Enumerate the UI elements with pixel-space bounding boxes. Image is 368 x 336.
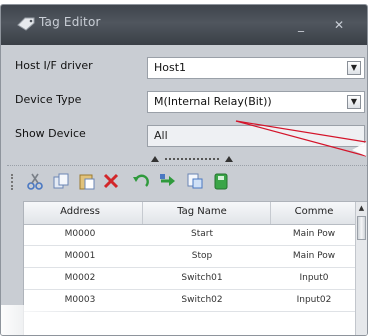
column-divider[interactable]: [142, 202, 143, 224]
comment-cell: Main Pow: [292, 251, 336, 261]
column-divider[interactable]: [270, 202, 271, 224]
tag-name-cell: Start: [191, 229, 213, 239]
tag-name-cell: Stop: [191, 251, 213, 261]
column-header-address[interactable]: Address: [32, 206, 128, 217]
chevron-down-icon[interactable]: ▼: [347, 61, 361, 75]
cut-icon[interactable]: [25, 171, 45, 191]
tag-name-cell: Switch02: [181, 295, 223, 305]
toolbar-grip[interactable]: [11, 174, 17, 190]
host-row: Host I/F driver Host1 ▼: [11, 57, 365, 79]
device-type-select[interactable]: M(Internal Relay(Bit)) ▼: [147, 91, 365, 113]
delete-icon[interactable]: [101, 171, 121, 191]
close-button[interactable]: ✕: [331, 17, 347, 33]
window-title: Tag Editor: [39, 15, 101, 29]
show-device-label: Show Device: [15, 127, 86, 140]
minimize-button[interactable]: _: [293, 17, 309, 33]
comment-cell: Main Pow: [292, 229, 336, 239]
comment-cell: Input0: [299, 273, 329, 283]
column-header-tag-name[interactable]: Tag Name: [146, 206, 258, 217]
address-cell: M0003: [64, 295, 96, 305]
chevron-down-icon[interactable]: ▼: [347, 95, 361, 109]
add-icon[interactable]: [185, 171, 205, 191]
device-type-value: M(Internal Relay(Bit)): [154, 95, 272, 108]
tag-icon: [17, 17, 35, 31]
host-select[interactable]: Host1 ▼: [147, 57, 365, 79]
copy-icon[interactable]: [51, 171, 71, 191]
table-row[interactable]: M0003 Switch02 Input02: [24, 290, 367, 312]
table-scrollbar[interactable]: ▲: [355, 202, 367, 335]
tag-table: Address Tag Name Comme M0000 Start Main …: [23, 201, 367, 335]
show-device-value: All: [154, 129, 168, 142]
table-header: Address Tag Name Comme: [24, 202, 367, 225]
host-value: Host1: [154, 61, 187, 74]
redo-icon[interactable]: [157, 171, 177, 191]
tag-editor-window: Tag Editor _ ✕ Host I/F driver Host1 ▼ D…: [0, 4, 368, 336]
scroll-up-icon[interactable]: ▲: [357, 204, 366, 213]
tag-filter-form: Host I/F driver Host1 ▼ Device Type M(In…: [11, 53, 365, 159]
show-device-row: Show Device All: [11, 125, 365, 147]
scroll-thumb[interactable]: [357, 216, 366, 240]
save-icon[interactable]: [211, 171, 231, 191]
address-cell: M0000: [64, 229, 96, 239]
column-header-comment[interactable]: Comme: [274, 206, 354, 217]
address-cell: M0002: [64, 273, 96, 283]
table-row[interactable]: M0000 Start Main Pow: [24, 224, 367, 246]
tag-name-cell: Switch01: [181, 273, 223, 283]
device-type-label: Device Type: [15, 93, 82, 106]
address-cell: M0001: [64, 251, 96, 261]
comment-cell: Input02: [296, 295, 332, 305]
title-bar[interactable]: Tag Editor _ ✕: [1, 5, 367, 45]
device-type-row: Device Type M(Internal Relay(Bit)) ▼: [11, 91, 365, 113]
panel-splitter[interactable]: [147, 155, 237, 163]
undo-icon[interactable]: [131, 171, 151, 191]
table-row[interactable]: M0001 Stop Main Pow: [24, 246, 367, 268]
paste-icon[interactable]: [77, 171, 97, 191]
host-label: Host I/F driver: [15, 59, 93, 72]
show-device-select[interactable]: All: [147, 125, 365, 147]
table-row[interactable]: M0002 Switch01 Input0: [24, 268, 367, 290]
edit-toolbar: [7, 165, 367, 196]
